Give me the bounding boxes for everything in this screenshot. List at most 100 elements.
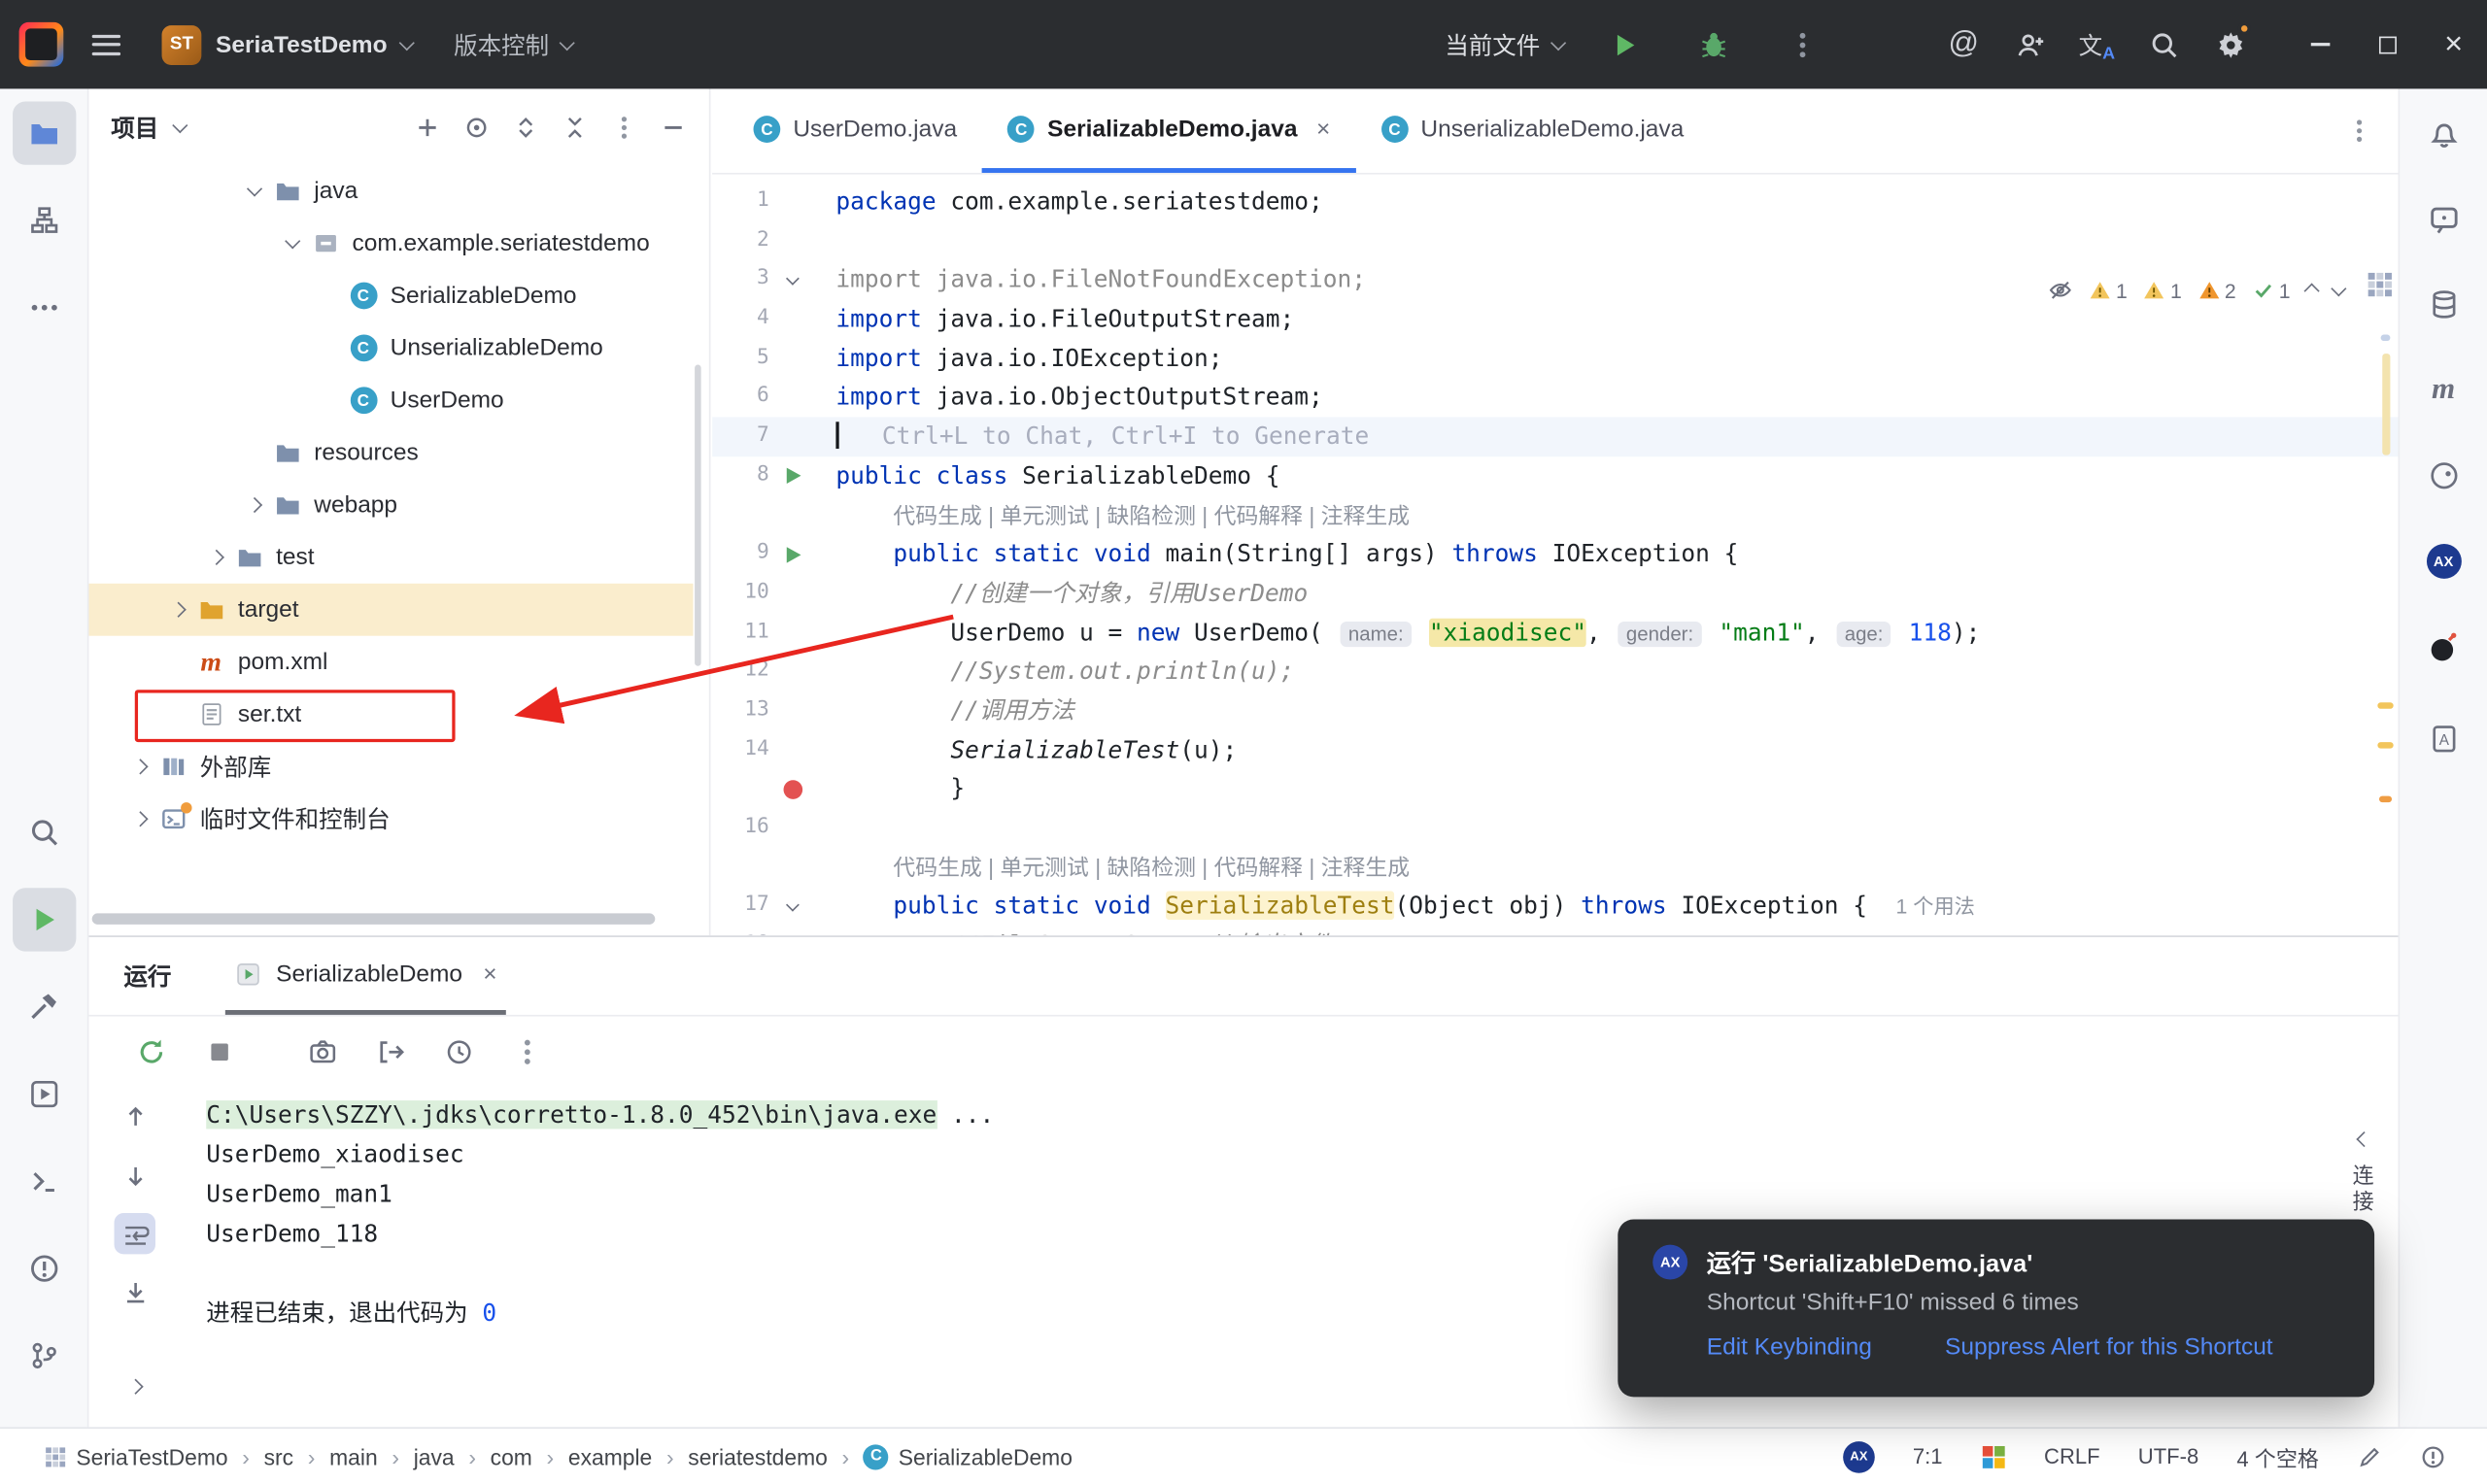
stop-icon[interactable]	[205, 1036, 235, 1066]
tab-UserDemo.java[interactable]: C UserDemo.java	[728, 88, 982, 173]
prev-problem-icon[interactable]	[2303, 282, 2320, 298]
chevron-right-icon[interactable]	[122, 759, 157, 775]
tree-item-target[interactable]: target	[88, 583, 694, 636]
tree-item-临时文件和控制台[interactable]: 临时文件和控制台	[88, 793, 693, 845]
breakpoint-icon[interactable]	[783, 779, 803, 799]
code-line[interactable]: 11 UserDemo u = new UserDemo( name: "xia…	[712, 613, 2399, 652]
inspection-warn-badge[interactable]: 1	[2089, 279, 2128, 302]
collapse-all-icon[interactable]	[562, 114, 589, 141]
run-button[interactable]	[1595, 17, 1652, 72]
code-line[interactable]: 8 public class SerializableDemo {	[712, 456, 2399, 495]
tool-more-tools-icon[interactable]	[12, 276, 75, 339]
tool-project-icon[interactable]	[12, 101, 76, 165]
tree-item-test[interactable]: test	[88, 531, 693, 584]
tool-version-control-icon[interactable]	[12, 1324, 75, 1387]
tool-run-icon[interactable]	[12, 888, 76, 952]
error-stripe[interactable]	[2372, 263, 2398, 935]
code-with-me-icon[interactable]	[2001, 17, 2059, 72]
code-line[interactable]: 2	[712, 221, 2399, 260]
tree-item-java[interactable]: java	[88, 165, 693, 218]
tree-item-UserDemo[interactable]: C UserDemo	[88, 374, 693, 426]
project-horizontal-scrollbar[interactable]	[91, 913, 656, 925]
tree-item-ser.txt[interactable]: ser.txt	[88, 689, 693, 743]
tree-item-webapp[interactable]: webapp	[88, 479, 693, 531]
history-icon[interactable]	[444, 1036, 474, 1066]
tab-list-more-icon[interactable]	[2346, 118, 2373, 145]
encoding-indicator[interactable]: UTF-8	[2138, 1444, 2198, 1467]
soft-wrap-icon[interactable]	[114, 1212, 155, 1255]
code-line[interactable]: 1 package com.example.seriatestdemo;	[712, 183, 2399, 221]
prev-occurrence-icon[interactable]	[115, 1096, 155, 1136]
notification-action[interactable]: Edit Keybinding	[1707, 1333, 1872, 1361]
ax-assistant-icon[interactable]: AX	[2411, 529, 2474, 592]
device-explorer-icon[interactable]: A	[2411, 707, 2474, 770]
breadcrumb-item-example[interactable]: example	[568, 1444, 652, 1469]
tree-item-pom.xml[interactable]: m pom.xml	[88, 636, 693, 689]
breadcrumb-item-seriatestdemo[interactable]: seriatestdemo	[688, 1444, 828, 1469]
more-options-icon[interactable]	[512, 1036, 542, 1066]
bomb-plugin-icon[interactable]	[2411, 615, 2474, 678]
breadcrumb-item-src[interactable]: src	[264, 1444, 293, 1469]
inspection-warn-badge[interactable]: 1	[2143, 279, 2182, 302]
breadcrumb-item-com[interactable]: com	[491, 1444, 532, 1469]
indent-indicator[interactable]: 4 个空格	[2236, 1440, 2319, 1472]
code-line[interactable]: 18 //FileOutputStream()输出文件	[712, 927, 2399, 935]
add-icon[interactable]	[414, 114, 441, 141]
chevron-down-icon[interactable]	[172, 117, 188, 133]
code-line[interactable]: 7 Ctrl+L to Chat, Ctrl+I to Generate	[712, 417, 2399, 456]
run-configuration-widget[interactable]: 当前文件	[1445, 28, 1567, 61]
next-problem-icon[interactable]	[2331, 280, 2347, 296]
tree-item-resources[interactable]: resources	[88, 426, 693, 479]
notifications-status-icon[interactable]	[2420, 1444, 2445, 1469]
ai-mention-icon[interactable]: @	[1935, 17, 1993, 72]
vcs-widget[interactable]: 版本控制	[454, 28, 575, 61]
more-actions-icon[interactable]	[1773, 17, 1830, 72]
tab-UnserializableDemo.java[interactable]: C UnserializableDemo.java	[1355, 88, 1709, 173]
expand-console-icon[interactable]	[115, 1366, 155, 1406]
inspection-ok-badge[interactable]: 1	[2252, 279, 2291, 302]
maximize-button[interactable]	[2354, 0, 2421, 88]
tool-structure-icon[interactable]	[12, 188, 75, 252]
hide-panel-icon[interactable]	[660, 114, 687, 141]
code-line[interactable]: 16	[712, 809, 2399, 848]
code-line[interactable]: 代码生成 | 单元测试 | 缺陷检测 | 代码解释 | 注释生成	[712, 848, 2399, 887]
code-line[interactable]: 17 public static void SerializableTest(O…	[712, 887, 2399, 926]
select-opened-file-icon[interactable]	[463, 114, 491, 141]
chevron-right-icon[interactable]	[236, 496, 271, 514]
breadcrumb-item-SeriaTestDemo[interactable]: SeriaTestDemo	[45, 1444, 228, 1469]
main-menu-icon[interactable]	[91, 34, 121, 55]
code-line[interactable]: 6 import java.io.ObjectOutputStream;	[712, 378, 2399, 417]
tool-terminal-icon[interactable]	[12, 1150, 75, 1213]
breadcrumb-item-main[interactable]: main	[329, 1444, 378, 1469]
tree-item-UnserializableDemo[interactable]: C UnserializableDemo	[88, 321, 693, 374]
minimap-grid-icon[interactable]	[2367, 271, 2394, 298]
settings-gear-icon[interactable]	[2201, 17, 2259, 72]
ai-assistant-icon[interactable]	[2411, 187, 2474, 251]
notification-action[interactable]: Suppress Alert for this Shortcut	[1945, 1333, 2273, 1361]
code-line[interactable]: 5 import java.io.IOException;	[712, 339, 2399, 378]
dump-threads-icon[interactable]	[308, 1036, 338, 1066]
database-icon[interactable]	[2411, 273, 2474, 336]
code-line[interactable]: 10 //创建一个对象，引用UserDemo	[712, 574, 2399, 613]
expand-all-icon[interactable]	[512, 114, 539, 141]
run-line-icon[interactable]	[785, 467, 801, 485]
run-line-icon[interactable]	[785, 546, 801, 562]
writable-toggle-icon[interactable]	[2357, 1444, 2382, 1469]
caret-position[interactable]: 7:1	[1913, 1444, 1943, 1467]
input-method-icon[interactable]	[1981, 1444, 2006, 1469]
rerun-icon[interactable]	[136, 1036, 166, 1066]
next-occurrence-icon[interactable]	[115, 1155, 155, 1196]
project-widget[interactable]: ST SeriaTestDemo	[146, 17, 428, 72]
editor-body[interactable]: 1 package com.example.seriatestdemo; 2 3 imp…	[712, 176, 2399, 935]
debug-button[interactable]	[1685, 17, 1742, 72]
search-icon[interactable]	[2135, 17, 2193, 72]
fold-icon[interactable]	[786, 271, 800, 285]
tree-item-com.example.seriatestdemo[interactable]: com.example.seriatestdemo	[88, 218, 693, 270]
chevron-down-icon[interactable]	[236, 181, 271, 197]
breadcrumb-item-java[interactable]: java	[414, 1444, 455, 1469]
fold-icon[interactable]	[786, 897, 800, 911]
chevron-right-icon[interactable]	[122, 811, 157, 827]
collapse-right-icon[interactable]	[2356, 1125, 2372, 1153]
code-line[interactable]: 14 SerializableTest(u);	[712, 730, 2399, 769]
maven-icon[interactable]: m	[2411, 358, 2474, 422]
